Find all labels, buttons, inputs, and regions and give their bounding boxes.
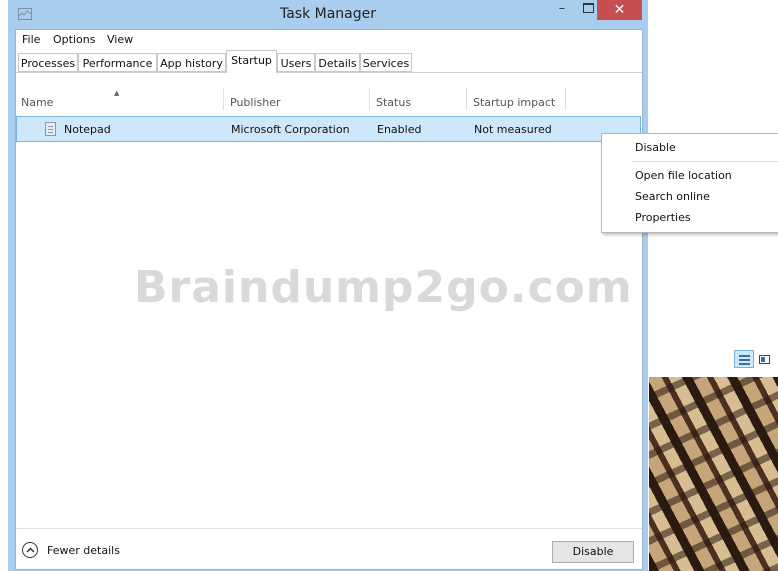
column-header-startup-impact[interactable]: Startup impact (473, 96, 555, 109)
minimize-button[interactable]: – (551, 2, 573, 19)
row-status: Enabled (377, 123, 422, 136)
tab-services[interactable]: Services (360, 53, 412, 72)
context-menu-properties[interactable]: Properties (635, 211, 691, 224)
row-startup-impact: Not measured (474, 123, 552, 136)
context-menu-open-file-location[interactable]: Open file location (635, 169, 732, 182)
zebra-wallpaper-image (649, 377, 778, 571)
column-header-name[interactable]: Name (21, 96, 53, 109)
menu-bar: File Options View (16, 30, 642, 49)
context-menu: Disable Open file location Search online… (601, 133, 778, 233)
table-row[interactable]: Notepad Microsoft Corporation Enabled No… (16, 116, 641, 142)
maximize-icon (583, 3, 594, 13)
column-divider[interactable] (466, 88, 467, 110)
row-publisher: Microsoft Corporation (231, 123, 350, 136)
tab-strip: Processes Performance App history Startu… (16, 50, 642, 73)
large-icons-view-icon[interactable] (759, 355, 770, 364)
tab-users[interactable]: Users (277, 53, 315, 72)
column-divider[interactable] (223, 88, 224, 110)
footer-divider (16, 528, 642, 529)
context-menu-disable[interactable]: Disable (635, 141, 676, 154)
column-divider[interactable] (369, 88, 370, 110)
details-view-icon[interactable] (734, 350, 754, 368)
column-divider[interactable] (565, 88, 566, 110)
tab-divider (16, 72, 642, 73)
column-header-publisher[interactable]: Publisher (230, 96, 281, 109)
menu-options[interactable]: Options (53, 33, 95, 46)
sort-ascending-icon: ▲ (114, 89, 120, 97)
tab-processes[interactable]: Processes (18, 53, 78, 72)
tab-startup[interactable]: Startup (226, 50, 277, 73)
column-header-status[interactable]: Status (376, 96, 411, 109)
tab-app-history[interactable]: App history (157, 53, 226, 72)
row-name: Notepad (64, 123, 111, 136)
tab-details[interactable]: Details (315, 53, 360, 72)
fewer-details-label[interactable]: Fewer details (47, 544, 120, 557)
close-button[interactable]: ✕ (597, 0, 642, 20)
notepad-icon (45, 122, 56, 136)
disable-button[interactable]: Disable (552, 541, 634, 563)
view-mode-toggle (734, 350, 774, 370)
context-menu-separator (632, 161, 778, 162)
watermark-text: Braindump2go.com (134, 262, 633, 313)
context-menu-search-online[interactable]: Search online (635, 190, 710, 203)
chevron-up-icon (22, 542, 38, 558)
table-header: ▲ Name Publisher Status Startup impact (16, 88, 642, 110)
tab-performance[interactable]: Performance (78, 53, 157, 72)
menu-file[interactable]: File (22, 33, 40, 46)
title-bar[interactable]: Task Manager – ✕ (8, 0, 648, 28)
menu-view[interactable]: View (107, 33, 133, 46)
